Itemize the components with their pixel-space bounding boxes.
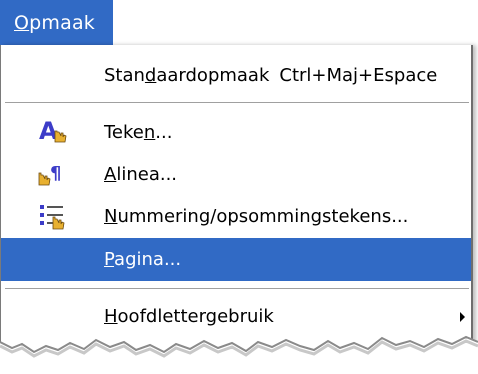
menu-item-teken[interactable]: A Teken... xyxy=(1,111,471,154)
menu-opmaak-accelerator: O xyxy=(14,12,30,34)
menu-separator xyxy=(5,102,469,104)
submenu-arrow-icon xyxy=(460,312,465,322)
menu-item-shortcut: Ctrl+Maj+Espace xyxy=(279,65,438,86)
menu-separator xyxy=(5,288,469,290)
menu-item-label: Nummering/opsommingstekens... xyxy=(104,206,409,227)
menu-item-label: Pagina... xyxy=(104,249,182,270)
menu-item-label: Standaardopmaak Ctrl+Maj+Espace xyxy=(104,65,438,86)
character-format-icon: A xyxy=(37,117,73,147)
menu-item-pagina[interactable]: Pagina... xyxy=(1,238,471,281)
menu-item-alinea[interactable]: ¶ Alinea... xyxy=(1,153,471,196)
menu-item-standaardopmaak[interactable]: Standaardopmaak Ctrl+Maj+Espace xyxy=(1,54,471,97)
svg-text:¶: ¶ xyxy=(50,163,61,184)
numbering-bullets-icon xyxy=(37,201,73,231)
paragraph-format-icon: ¶ xyxy=(37,159,73,189)
opmaak-dropdown-menu: Standaardopmaak Ctrl+Maj+Espace A Teken..… xyxy=(0,45,473,374)
menu-item-label: Alinea... xyxy=(104,164,178,185)
torn-paper-edge xyxy=(0,335,478,374)
screenshot-stage: Opmaak Standaardopmaak Ctrl+Maj+Espace A … xyxy=(0,0,478,374)
menu-item-nummering-opsommingstekens[interactable]: Nummering/opsommingstekens... xyxy=(1,195,471,238)
menu-opmaak-label: pmaak xyxy=(29,12,96,34)
menu-opmaak[interactable]: Opmaak xyxy=(0,0,113,46)
menu-item-label: Teken... xyxy=(104,122,173,143)
